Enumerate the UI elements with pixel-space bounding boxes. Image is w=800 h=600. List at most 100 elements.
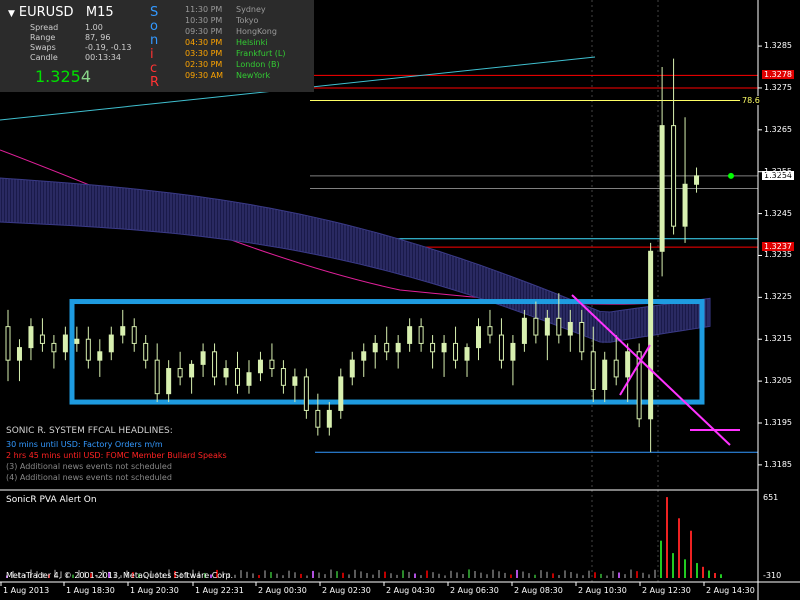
volume-bar (360, 571, 362, 578)
volume-bar (492, 569, 494, 578)
volume-bar (642, 572, 644, 578)
candle-body (579, 321, 585, 353)
volume-bar (438, 573, 440, 578)
volume-bar (558, 575, 560, 578)
volume-bar (654, 569, 656, 578)
candle-body (189, 363, 195, 378)
x-tick-label: 2 Aug 10:30 (578, 586, 627, 595)
volume-bar (306, 575, 308, 578)
candle-body (154, 359, 160, 395)
candle-body (28, 326, 34, 349)
volume-bar (408, 571, 410, 578)
candle-body (361, 351, 367, 361)
y-tick-label: 1.3215 (764, 334, 792, 344)
session-time: 09:30 PM (185, 27, 223, 36)
indicator-title: SonicR PVA Alert On (6, 495, 97, 505)
volume-bar (516, 569, 518, 578)
volume-bar (486, 574, 488, 578)
volume-bar (684, 559, 686, 578)
volume-bar (456, 572, 458, 578)
volume-bar (426, 570, 428, 578)
volume-bar (648, 574, 650, 578)
current-price: 1.3254 (35, 67, 91, 86)
sonic-letter: S (150, 5, 159, 20)
candle-body (648, 250, 654, 420)
volume-bar (636, 571, 638, 578)
session-time: 11:30 PM (185, 5, 223, 14)
dropdown-icon[interactable]: ▼ (8, 9, 15, 19)
x-tick-label: 2 Aug 06:30 (450, 586, 499, 595)
volume-bar (498, 571, 500, 578)
candle-body (533, 317, 539, 336)
volume-bar (624, 574, 626, 578)
volume-bar (606, 575, 608, 578)
candle-body (544, 317, 550, 336)
volume-bar (240, 570, 242, 578)
volume-bar (534, 574, 536, 578)
candle-body (200, 351, 206, 365)
volume-bar (354, 569, 356, 578)
volume-bar (696, 563, 698, 578)
y-tick-label: 1.3245 (764, 208, 792, 218)
volume-bar (450, 570, 452, 578)
volume-bar (480, 572, 482, 578)
x-tick-label: 1 Aug 22:31 (195, 586, 244, 595)
volume-bar (582, 575, 584, 578)
candle-body (246, 372, 252, 386)
candle-body (510, 342, 516, 361)
level-tag: 78.6 (740, 95, 762, 105)
candle-body (39, 334, 45, 344)
candle-body (292, 376, 298, 386)
candle-body (498, 334, 504, 361)
volume-bar (366, 573, 368, 578)
session-time: 02:30 PM (185, 60, 223, 69)
symbol-title[interactable]: ▼ EURUSD M15 (8, 5, 114, 20)
volume-bar (630, 569, 632, 578)
volume-bar (564, 570, 566, 578)
volume-bar (612, 570, 614, 578)
volume-bar (330, 569, 332, 578)
volume-bar (270, 572, 272, 578)
volume-bar (714, 573, 716, 578)
candle-body (384, 342, 390, 353)
volume-bar (576, 573, 578, 578)
session-time: 10:30 PM (185, 16, 223, 25)
volume-bar (600, 573, 602, 578)
y-tick-label: 1.3225 (764, 292, 792, 302)
candle-body (395, 342, 401, 353)
news-title: SONIC R. SYSTEM FFCAL HEADLINES: (6, 426, 173, 436)
candle-body (16, 347, 22, 361)
volume-bar (324, 574, 326, 578)
candle-body (453, 342, 459, 361)
volume-bar (420, 575, 422, 578)
volume-bar (594, 572, 596, 578)
candle-body (235, 368, 241, 386)
symbol-name: EURUSD (18, 5, 74, 20)
candle-body (97, 351, 103, 361)
volume-bar (678, 518, 680, 578)
swaps-label: Swaps (30, 43, 56, 52)
volume-bar (510, 574, 512, 578)
session-time: 03:30 PM (185, 49, 223, 58)
volume-bar (720, 574, 722, 578)
spread-label: Spread (30, 23, 59, 32)
volume-bar (282, 575, 284, 578)
y-tick-label: 1.3275 (764, 82, 792, 92)
volume-bar (246, 571, 248, 578)
candle-body (85, 338, 91, 361)
volume-bar (708, 570, 710, 578)
x-tick-label: 2 Aug 00:30 (258, 586, 307, 595)
volume-bar (468, 569, 470, 578)
candle-body (349, 359, 355, 378)
x-tick-label: 1 Aug 18:30 (66, 586, 115, 595)
spread-value: 1.00 (85, 23, 103, 32)
volume-bar (300, 573, 302, 578)
x-tick-label: 2 Aug 12:30 (642, 586, 691, 595)
candle-body (418, 326, 424, 344)
candle-body (441, 342, 447, 353)
y-tick-label: 1.3195 (764, 417, 792, 427)
candle-body (303, 376, 309, 411)
candle-body (143, 342, 149, 361)
session-time: 09:30 AM (185, 71, 223, 80)
volume-bar (384, 571, 386, 578)
